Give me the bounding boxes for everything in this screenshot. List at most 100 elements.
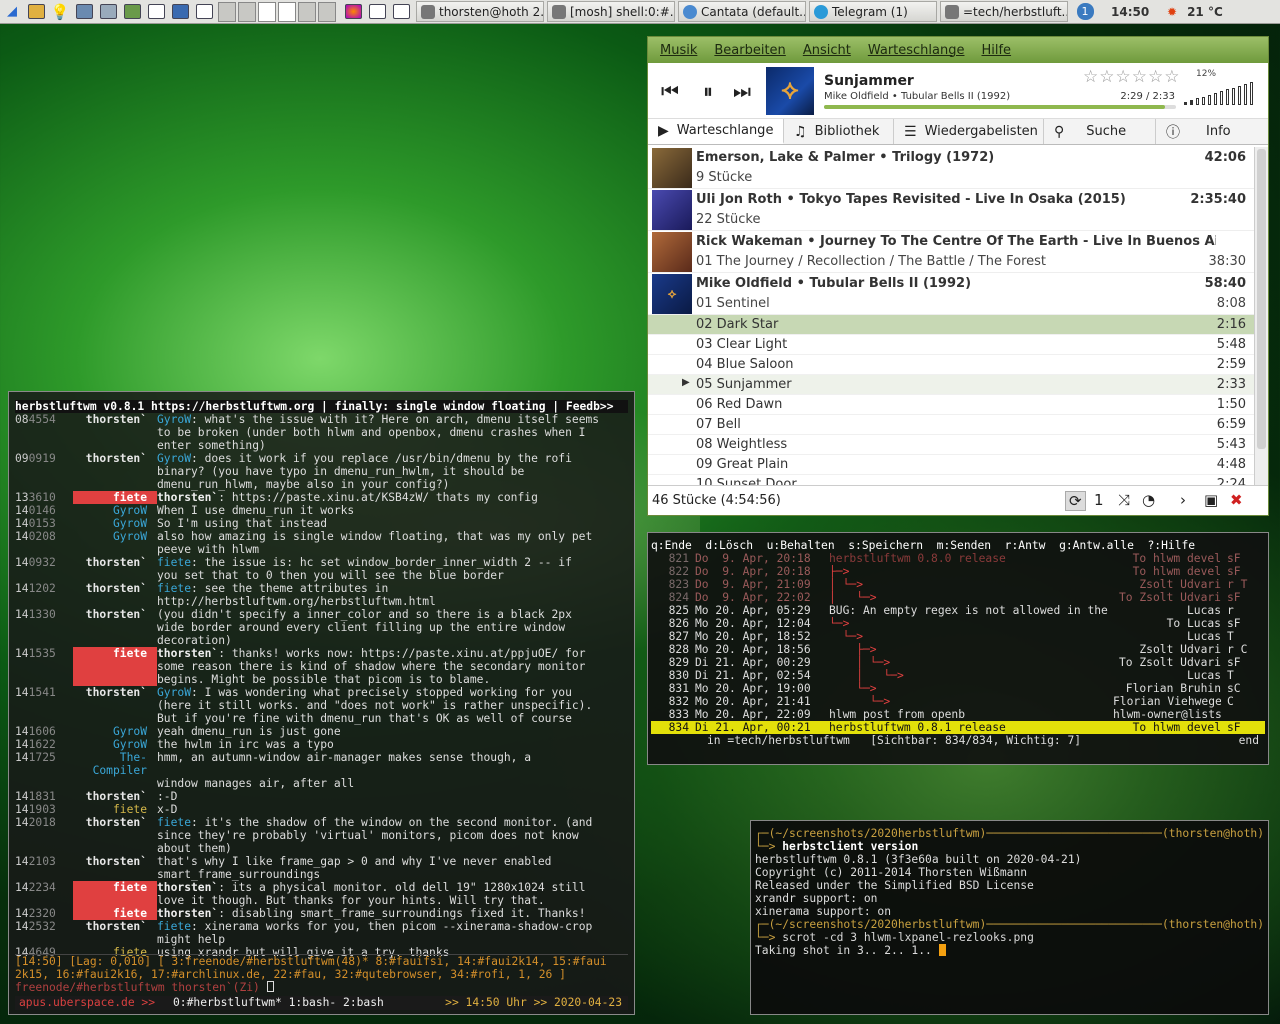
mail-row[interactable]: 821 Do 9. Apr, 20:18 herbstluftwm 0.8.0 re… — [651, 552, 1265, 565]
mail-flags: sF — [1227, 552, 1241, 565]
search-icon: ⚲ — [1054, 123, 1065, 140]
mail-subject: │ └─> — [829, 578, 1113, 591]
chat-line: 084554 thorsten` GyroW: what's the issue w… — [15, 413, 628, 426]
desktop-6[interactable] — [318, 1, 336, 22]
mail-row[interactable]: 829 Di 21. Apr, 00:29 │ └─> To Zsolt Udvar… — [651, 656, 1265, 669]
task-cantata[interactable]: Cantata (default... — [678, 1, 806, 22]
menu-warteschlange[interactable]: Warteschlange — [868, 43, 965, 58]
mail-row[interactable]: 824 Do 9. Apr, 22:02 │ └─> To Zsolt Udvari s… — [651, 591, 1265, 604]
irc-input[interactable]: freenode/#herbstluftwm thorsten`(Zi) — [15, 981, 628, 994]
menu-musik[interactable]: Musik — [660, 43, 697, 58]
mail-row[interactable]: 826 Mo 20. Apr, 12:04 └─> To Lucas sF — [651, 617, 1265, 630]
next-icon[interactable]: ⏭ — [726, 75, 758, 107]
mail-row[interactable]: 828 Mo 20. Apr, 18:56 ├─> Zsolt Udvari r C — [651, 643, 1265, 656]
shuffle-icon[interactable]: ⤨ — [1118, 491, 1130, 509]
queue-track[interactable]: 07 Bell 6:59 — [648, 415, 1254, 435]
volume-control[interactable]: 12% — [1184, 69, 1264, 111]
notification-badge[interactable]: 1 — [1074, 2, 1096, 22]
consume-icon[interactable]: ◔ — [1142, 491, 1155, 509]
tmux-windows[interactable]: 0:#herbstluftwm* 1:bash- 2:bash — [173, 996, 445, 1010]
queue-summary: 46 Stücke (4:54:56) — [652, 493, 781, 508]
menu-ansicht[interactable]: Ansicht — [803, 43, 851, 58]
rating-stars[interactable]: ☆☆☆☆☆☆ — [1083, 67, 1180, 87]
task-telegram[interactable]: Telegram (1) — [809, 1, 937, 22]
mail-subject: │ └─> — [829, 591, 1113, 604]
queue-track[interactable]: 10 Sunset Door 2:24 — [648, 475, 1254, 485]
chat-line: smart_frame_surroundings — [15, 868, 628, 881]
queue-track[interactable]: 06 Red Dawn 1:50 — [648, 395, 1254, 415]
mail-date: Mo 20. Apr, 18:52 — [695, 630, 811, 643]
mail-number: 826 — [668, 617, 689, 630]
queue-album[interactable]: Uli Jon Roth • Tokyo Tapes Revisited - L… — [648, 189, 1254, 231]
window-icon[interactable] — [390, 2, 412, 22]
queue-track-current[interactable]: ▶ 05 Sunjammer 2:33 — [648, 375, 1254, 395]
single-button[interactable]: 1 — [1094, 491, 1104, 509]
queue-track[interactable]: 04 Blue Saloon 2:59 — [648, 355, 1254, 375]
desktop-4[interactable] — [278, 1, 296, 22]
desktop-3[interactable] — [258, 1, 276, 22]
settings-icon[interactable] — [73, 2, 95, 22]
shell-terminal[interactable]: ┌─(~/screenshots/2020herbstluftwm) ──────… — [750, 820, 1269, 1015]
chevron-right-icon[interactable]: › — [1180, 491, 1186, 509]
firefox-icon[interactable] — [342, 2, 364, 22]
clock[interactable]: 14:50 — [1111, 5, 1161, 19]
queue-track[interactable]: 09 Great Plain 4:48 — [648, 455, 1254, 475]
mail-row[interactable]: 833 Mo 20. Apr, 22:09 hlwm post from openb… — [651, 708, 1265, 721]
list-icon: ☰ — [904, 123, 917, 140]
progress-slider[interactable] — [824, 104, 1176, 109]
previous-icon[interactable]: ⏮ — [654, 75, 686, 107]
window-icon[interactable] — [145, 2, 167, 22]
mail-row[interactable]: 830 Di 21. Apr, 02:54 │ └─> Lucas T — [651, 669, 1265, 682]
tab-suche[interactable]: ⚲ Suche — [1044, 119, 1156, 144]
sync-icon[interactable] — [169, 2, 191, 22]
mail-row[interactable]: 831 Mo 20. Apr, 19:00 └─> Florian Bruhin sC — [651, 682, 1265, 695]
tab-info[interactable]: ⓘ Info — [1156, 119, 1268, 144]
mail-row[interactable]: 832 Mo 20. Apr, 21:41 └─> Florian Viehwege… — [651, 695, 1265, 708]
queue-track[interactable]: 03 Clear Light 5:48 — [648, 335, 1254, 355]
mail-row[interactable]: 823 Do 9. Apr, 21:09 │ └─> Zsolt Udvari r T — [651, 578, 1265, 591]
queue-scrollbar[interactable] — [1254, 147, 1268, 485]
nick: fiete — [112, 803, 147, 816]
mail-row[interactable]: 822 Do 9. Apr, 20:18 ├─> To hlwm devel sF — [651, 565, 1265, 578]
mail-row[interactable]: 825 Mo 20. Apr, 05:29 BUG: An empty regex … — [651, 604, 1265, 617]
mail-number: 829 — [668, 656, 689, 669]
tab-warteschlange[interactable]: ▶ Warteschlange — [648, 119, 784, 144]
chat-message: thorsten`: its a physical monitor. old d… — [157, 881, 586, 894]
workspace-icon[interactable] — [121, 2, 143, 22]
tab-wiedergabelisten[interactable]: ☰ Wiedergabelisten — [894, 119, 1044, 144]
scrollbar-thumb[interactable] — [1257, 149, 1266, 449]
thread-tree: └─> — [829, 682, 877, 695]
menu-hilfe[interactable]: Hilfe — [981, 43, 1011, 58]
desktop-5[interactable] — [298, 1, 316, 22]
queue-album[interactable]: Emerson, Lake & Palmer • Trilogy (1972) 4… — [648, 147, 1254, 189]
app-menu-icon[interactable]: ◢ — [1, 2, 23, 22]
desktop-2[interactable] — [238, 1, 256, 22]
lightbulb-icon[interactable]: 💡 — [49, 2, 71, 22]
queue-album[interactable]: Rick Wakeman • Journey To The Centre Of … — [648, 231, 1254, 273]
mutt-terminal[interactable]: q:Ende d:Lösch u:Behalten s:Speichern m:… — [647, 532, 1269, 765]
queue-album[interactable]: ⟡ Mike Oldfield • Tubular Bells II (1992)… — [648, 273, 1254, 315]
file-manager-icon[interactable] — [25, 2, 47, 22]
queue-track[interactable]: 02 Dark Star 2:16 — [648, 315, 1254, 335]
task-terminal[interactable]: thorsten@hoth 2... — [416, 1, 544, 22]
save-icon[interactable]: ▣ — [1204, 491, 1218, 509]
pause-icon[interactable]: ⏸ — [692, 75, 724, 107]
irc-terminal[interactable]: herbstluftwm v0.8.1 https://herbstluftwm… — [8, 391, 635, 1015]
clear-icon[interactable]: ✖ — [1230, 491, 1243, 509]
mail-row[interactable]: 827 Mo 20. Apr, 18:52 └─> Lucas T — [651, 630, 1265, 643]
tab-bibliothek[interactable]: ♫ Bibliothek — [784, 119, 894, 144]
mail-subject: └─> — [829, 617, 1113, 630]
task-mutt[interactable]: =tech/herbstluft... — [940, 1, 1068, 22]
chat-log: 084554 thorsten` GyroW: what's the issue w… — [15, 413, 628, 959]
menu-bearbeiten[interactable]: Bearbeiten — [714, 43, 785, 58]
window-icon[interactable] — [366, 2, 388, 22]
window-icon[interactable] — [193, 2, 215, 22]
task-mosh-shell[interactable]: [mosh] shell:0:#... — [547, 1, 675, 22]
monitor-icon[interactable] — [97, 2, 119, 22]
mail-row[interactable]: 834 Di 21. Apr, 00:21 herbstluftwm 0.8.1 r… — [651, 721, 1265, 734]
irc-status-line: 2k15, 16:#faui2k16, 17:#archlinux.de, 22… — [15, 968, 566, 981]
desktop-1[interactable] — [218, 1, 236, 22]
mail-from: Zsolt Udvari — [1139, 578, 1221, 591]
queue-track[interactable]: 08 Weightless 5:43 — [648, 435, 1254, 455]
repeat-icon[interactable]: ⟳ — [1065, 491, 1086, 511]
